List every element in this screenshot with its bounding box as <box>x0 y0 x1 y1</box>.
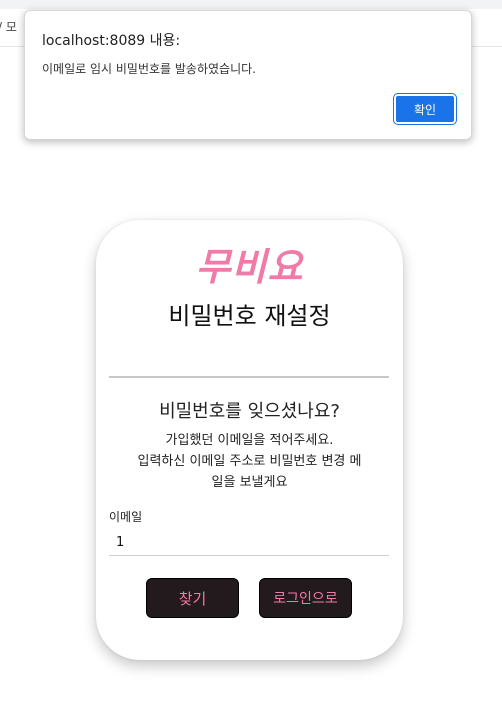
alert-message: 이메일로 임시 비밀번호를 발송하였습니다. <box>42 62 256 76</box>
bookmark-item[interactable]: / 모 <box>0 18 17 35</box>
email-label: 이메일 <box>109 510 143 524</box>
page-title: 비밀번호 재설정 <box>168 302 331 330</box>
alert-dialog: localhost:8089 내용: 이메일로 임시 비밀번호를 발송하였습니다… <box>24 10 472 140</box>
instruction-line: 일을 보낼게요 <box>211 475 288 490</box>
find-button[interactable]: 찾기 <box>146 578 239 618</box>
instruction-text: 가입했던 이메일을 적어주세요. 입력하신 이메일 주소로 비밀번호 변경 메 … <box>111 430 388 493</box>
password-reset-card: 무비요 비밀번호 재설정 비밀번호를 잊으셨나요? 가입했던 이메일을 적어주세… <box>96 220 403 660</box>
divider <box>109 376 389 378</box>
instruction-line: 입력하신 이메일 주소로 비밀번호 변경 메 <box>137 454 362 469</box>
alert-ok-button[interactable]: 확인 <box>393 93 457 125</box>
page: / 모 무비요 비밀번호 재설정 비밀번호를 잊으셨나요? 가입했던 이메일을 … <box>0 0 502 704</box>
alert-title: localhost:8089 내용: <box>42 33 181 49</box>
instruction-line: 가입했던 이메일을 적어주세요. <box>165 433 334 448</box>
browser-tab-strip <box>0 0 502 9</box>
forgot-password-heading: 비밀번호를 잊으셨나요? <box>159 401 340 422</box>
brand-logo: 무비요 <box>195 245 304 289</box>
email-field[interactable] <box>109 530 389 556</box>
go-to-login-button[interactable]: 로그인으로 <box>259 578 352 618</box>
